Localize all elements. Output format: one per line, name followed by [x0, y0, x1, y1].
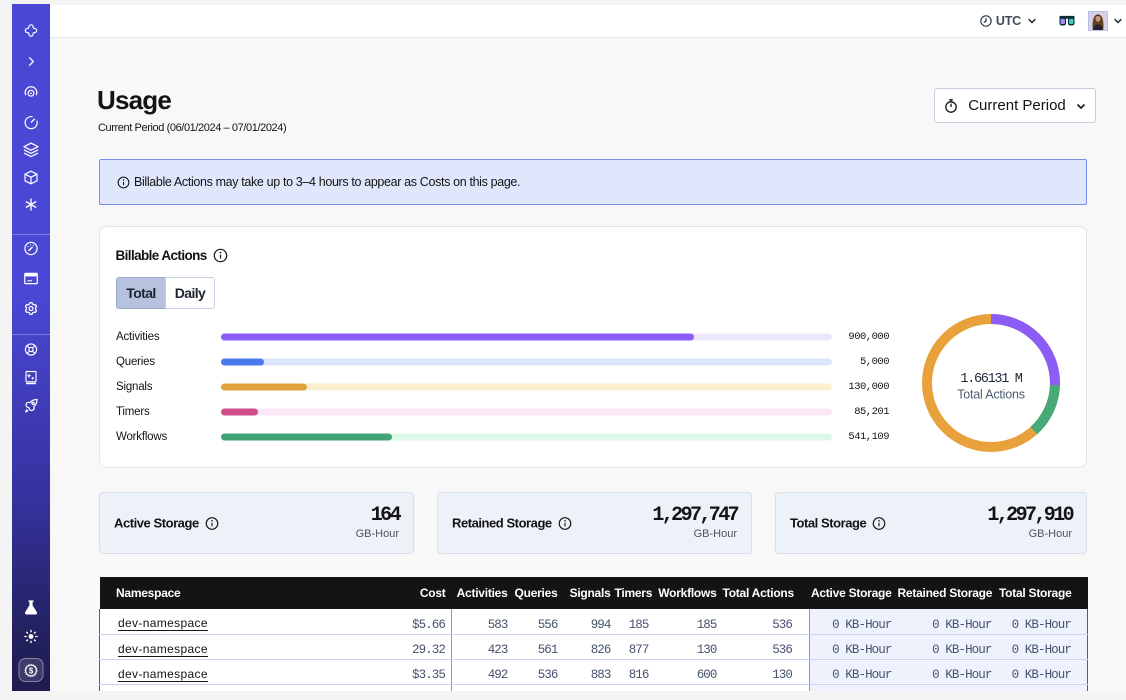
svg-text:Total Actions: Total Actions [957, 388, 1025, 402]
svg-text:$: $ [29, 666, 34, 675]
svg-text:1.66131 M: 1.66131 M [960, 372, 1022, 387]
